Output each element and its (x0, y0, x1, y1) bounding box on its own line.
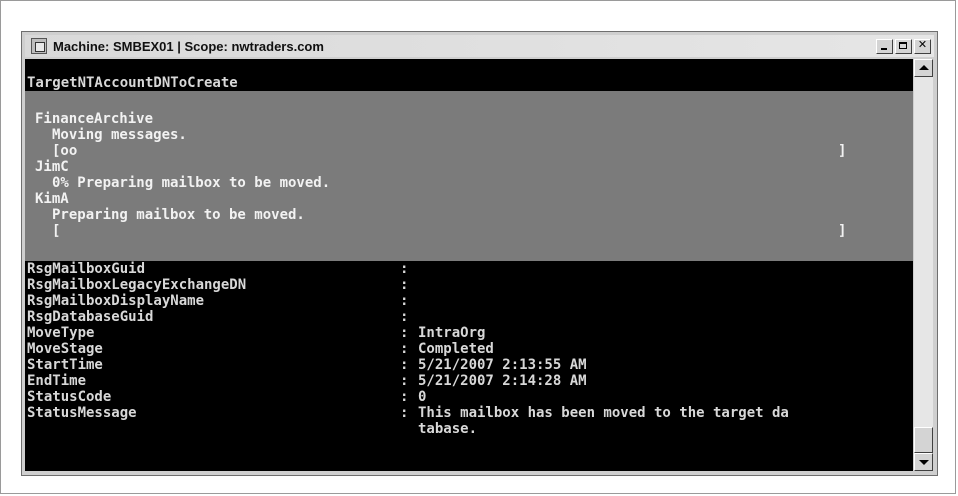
property-value: IntraOrg (418, 325, 486, 341)
property-row: StartTime:5/21/2007 2:13:55 AM (25, 357, 913, 373)
progress-status: 0% Preparing mailbox to be moved. (52, 175, 331, 191)
bottom-properties: RsgMailboxGuid: RsgMailboxLegacyExchange… (25, 261, 913, 437)
property-separator: : (400, 309, 409, 325)
title-bar[interactable]: Machine: SMBEX01 | Scope: nwtraders.com (25, 35, 934, 57)
powershell-console-icon[interactable] (31, 38, 47, 54)
property-value: 0 (418, 389, 427, 405)
progress-bar-start: [ (52, 223, 61, 239)
property-separator: : (400, 389, 409, 405)
property-row: StatusMessage: This mailbox has been move… (25, 405, 913, 421)
progress-activity: JimC (35, 159, 69, 175)
top-properties: TargetNTAccountDNToCreate : TargetManage… (25, 59, 913, 123)
progress-panel: FinanceArchive Moving messages. [oo ] Ji… (25, 91, 913, 261)
property-value: This mailbox has been moved to the targe… (418, 405, 789, 421)
property-row: RsgMailboxGuid: (25, 261, 913, 277)
property-separator: : (400, 405, 409, 421)
minimize-button[interactable] (876, 38, 893, 54)
progress-status: Preparing mailbox to be moved. (52, 207, 305, 223)
property-separator: : (400, 325, 409, 341)
progress-bar-end: ] (838, 223, 847, 239)
property-separator: : (400, 341, 409, 357)
console-window: Machine: SMBEX01 | Scope: nwtraders.com … (21, 31, 938, 476)
console-output[interactable]: TargetNTAccountDNToCreate : TargetManage… (25, 59, 913, 471)
property-value: Completed (418, 341, 494, 357)
scroll-down-arrow-icon[interactable] (914, 453, 933, 471)
progress-activity: KimA (35, 191, 69, 207)
property-name: RsgMailboxGuid (27, 261, 146, 277)
property-separator: : (400, 357, 409, 373)
property-row: MoveType: IntraOrg (25, 325, 913, 341)
scrollbar-thumb[interactable] (914, 427, 933, 453)
property-name: RsgMailboxDisplayName (27, 293, 205, 309)
property-row: RsgMailboxDisplayName: (25, 293, 913, 309)
scroll-up-arrow-icon[interactable] (914, 59, 933, 77)
property-separator: : (400, 277, 409, 293)
figure-frame: Machine: SMBEX01 | Scope: nwtraders.com … (0, 0, 956, 494)
property-row: StatusCode:0 (25, 389, 913, 405)
progress-activity: FinanceArchive (35, 111, 154, 127)
property-row: MoveStage: Completed (25, 341, 913, 357)
progress-bar-end: ] (838, 143, 847, 159)
property-row: tabase. (25, 421, 913, 437)
progress-bar-start: [oo (52, 143, 78, 159)
property-name: MoveType (27, 325, 95, 341)
property-name: MoveStage (27, 341, 103, 357)
property-name: RsgMailboxLegacyExchangeDN (27, 277, 247, 293)
property-separator: : (400, 293, 409, 309)
property-value: tabase. (418, 421, 478, 437)
maximize-button[interactable] (895, 38, 912, 54)
property-row: RsgDatabaseGuid: (25, 309, 913, 325)
property-row: EndTime:5/21/2007 2:14:28 AM (25, 373, 913, 389)
progress-status: Moving messages. (52, 127, 187, 143)
property-separator: : (400, 373, 409, 389)
property-row: RsgMailboxLegacyExchangeDN: (25, 277, 913, 293)
window-controls (876, 38, 931, 54)
property-separator: : (400, 261, 409, 277)
close-button[interactable] (914, 38, 931, 54)
property-name: StatusMessage (27, 405, 137, 421)
property-value: 5/21/2007 2:14:28 AM (418, 373, 587, 389)
property-value: 5/21/2007 2:13:55 AM (418, 357, 587, 373)
property-name: StatusCode (27, 389, 112, 405)
window-title: Machine: SMBEX01 | Scope: nwtraders.com (53, 38, 324, 54)
property-row: TargetManager : (25, 75, 913, 123)
property-name: EndTime (27, 373, 87, 389)
vertical-scrollbar[interactable] (914, 59, 933, 471)
property-name: RsgDatabaseGuid (27, 309, 154, 325)
property-name: StartTime (27, 357, 103, 373)
property-row: TargetNTAccountDNToCreate : (25, 59, 913, 107)
